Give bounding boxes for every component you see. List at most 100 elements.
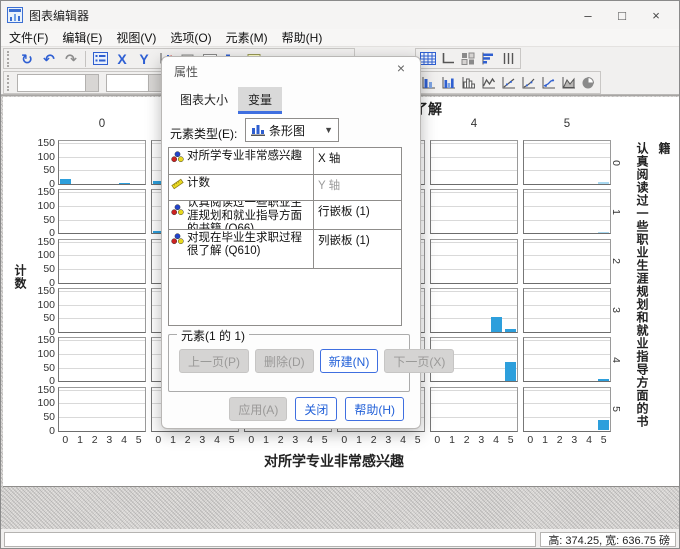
bar[interactable] [118, 182, 130, 184]
bar[interactable] [598, 231, 610, 234]
x-axis-title[interactable]: 对所学专业非常感兴趣 [264, 451, 404, 471]
panel[interactable] [58, 238, 146, 284]
panel[interactable] [523, 238, 611, 284]
menu-options[interactable]: 选项(O) [170, 29, 211, 46]
variable-name-cell[interactable]: 对现在毕业生求职过程很了解 (Q610) [169, 230, 314, 268]
pie-chart-icon[interactable] [579, 74, 597, 92]
panel[interactable] [430, 140, 518, 185]
gridline [59, 143, 145, 144]
hbar-chart-icon[interactable] [479, 50, 497, 68]
toolbar-grip[interactable] [7, 74, 12, 91]
variable-name-cell[interactable]: 对所学专业非常感兴趣 [169, 148, 314, 174]
data-grid-icon[interactable] [419, 50, 437, 68]
panel[interactable] [58, 386, 146, 432]
panel[interactable] [58, 140, 146, 185]
row-panel-header[interactable]: 0 [610, 160, 622, 166]
panel[interactable] [523, 189, 611, 235]
bar[interactable] [59, 178, 71, 184]
column-panel-header[interactable]: 0 [58, 118, 146, 130]
area-chart-icon[interactable] [559, 74, 577, 92]
refresh-icon[interactable]: ↻ [17, 50, 37, 68]
dialog-close-icon[interactable]: × [392, 60, 410, 78]
scatter-line1-icon[interactable] [499, 74, 517, 92]
style-combo-1[interactable] [17, 73, 99, 92]
y-axis-tick-label: 150 [37, 137, 55, 149]
line-chart-icon[interactable] [479, 74, 497, 92]
redo-icon[interactable]: ↷ [61, 50, 81, 68]
gridline [524, 205, 610, 207]
bar[interactable] [598, 378, 610, 382]
help-button[interactable]: 帮助(H) [345, 397, 404, 421]
bar[interactable] [505, 329, 517, 332]
delete-button: 删除(D) [255, 349, 314, 373]
x-axis-tick-label: 5 [321, 434, 328, 446]
x-axis-icon[interactable]: X [112, 50, 132, 68]
chevron-down-icon[interactable] [85, 74, 98, 91]
maximize-button[interactable]: □ [605, 3, 639, 27]
row-panel-axis-title[interactable]: 认真阅读过一些职业生涯规划和就业指导方面的书籍 [631, 142, 675, 434]
row-panel-header[interactable]: 5 [610, 406, 622, 412]
minimize-button[interactable]: – [571, 3, 605, 27]
variable-name-cell[interactable]: 计数 [169, 175, 314, 200]
variable-row[interactable]: 对现在毕业生求职过程很了解 (Q610) 列嵌板 (1) [169, 230, 401, 269]
panel[interactable] [430, 238, 518, 284]
variable-row[interactable]: 认真阅读过一些职业生涯规划和就业指导方面的书籍 (Q66) 行嵌板 (1) [169, 201, 401, 230]
histogram-icon[interactable] [459, 74, 477, 92]
row-panel-header[interactable]: 1 [610, 209, 622, 215]
y-axis-icon[interactable]: Y [134, 50, 154, 68]
bar[interactable] [505, 362, 517, 382]
tab-variables[interactable]: 变量 [238, 87, 283, 114]
element-type-dropdown[interactable]: 条形图 ▼ [245, 118, 339, 142]
style-combo-2[interactable] [106, 73, 162, 92]
variable-role-cell[interactable]: Y 轴 [314, 175, 401, 200]
gridline [524, 290, 610, 292]
properties-icon[interactable] [90, 50, 110, 68]
gridline [59, 255, 145, 257]
bar[interactable] [598, 182, 610, 184]
menu-edit[interactable]: 编辑(E) [62, 29, 102, 46]
menu-file[interactable]: 文件(F) [9, 29, 48, 46]
undo-icon[interactable]: ↶ [39, 50, 59, 68]
panel[interactable] [58, 287, 146, 333]
column-panel-header[interactable]: 4 [430, 118, 518, 130]
variable-role-cell[interactable]: X 轴 [314, 148, 401, 174]
variable-name-cell[interactable]: 认真阅读过一些职业生涯规划和就业指导方面的书籍 (Q66) [169, 201, 314, 229]
panel[interactable] [430, 287, 518, 333]
panel[interactable] [58, 189, 146, 235]
new-button[interactable]: 新建(N) [319, 349, 379, 373]
variable-row[interactable]: 计数 Y 轴 [169, 175, 401, 201]
toolbar-grip[interactable] [7, 50, 12, 67]
axis-frame-icon[interactable] [439, 50, 457, 68]
grouped-bar-icon[interactable] [439, 74, 457, 92]
panel[interactable] [523, 140, 611, 185]
menu-help[interactable]: 帮助(H) [282, 29, 323, 46]
y-axis-tick-label: 150 [37, 284, 55, 297]
bar[interactable] [490, 316, 502, 332]
column-panel-header[interactable]: 5 [523, 118, 611, 130]
panel[interactable] [430, 189, 518, 235]
scatter-line3-icon[interactable] [539, 74, 557, 92]
variable-row[interactable]: 对所学专业非常感兴趣 X 轴 [169, 148, 401, 175]
row-panel-header[interactable]: 3 [610, 307, 622, 313]
row-panel-header[interactable]: 4 [610, 357, 622, 363]
variable-role-cell[interactable]: 列嵌板 (1) [314, 230, 401, 268]
variable-role-cell[interactable]: 行嵌板 (1) [314, 201, 401, 229]
close-button-window[interactable]: × [639, 3, 673, 27]
close-button[interactable]: 关闭 [295, 397, 338, 421]
bar[interactable] [598, 419, 610, 431]
chevron-down-icon[interactable] [148, 74, 161, 91]
panel[interactable] [58, 337, 146, 383]
panel[interactable] [523, 287, 611, 333]
nominal-measure-icon [171, 232, 184, 250]
scatter-line2-icon[interactable] [519, 74, 537, 92]
panel[interactable] [523, 337, 611, 383]
panel-ab-icon[interactable] [459, 50, 477, 68]
row-panel-header[interactable]: 2 [610, 258, 622, 264]
menu-view[interactable]: 视图(V) [116, 29, 156, 46]
panel[interactable] [430, 386, 518, 432]
menu-elements[interactable]: 元素(M) [226, 29, 268, 46]
stacked-bar-icon[interactable] [419, 74, 437, 92]
vlines-icon[interactable] [499, 50, 517, 68]
tab-chart-size[interactable]: 图表大小 [170, 87, 238, 114]
y-axis-title[interactable]: 计数 [9, 264, 31, 290]
